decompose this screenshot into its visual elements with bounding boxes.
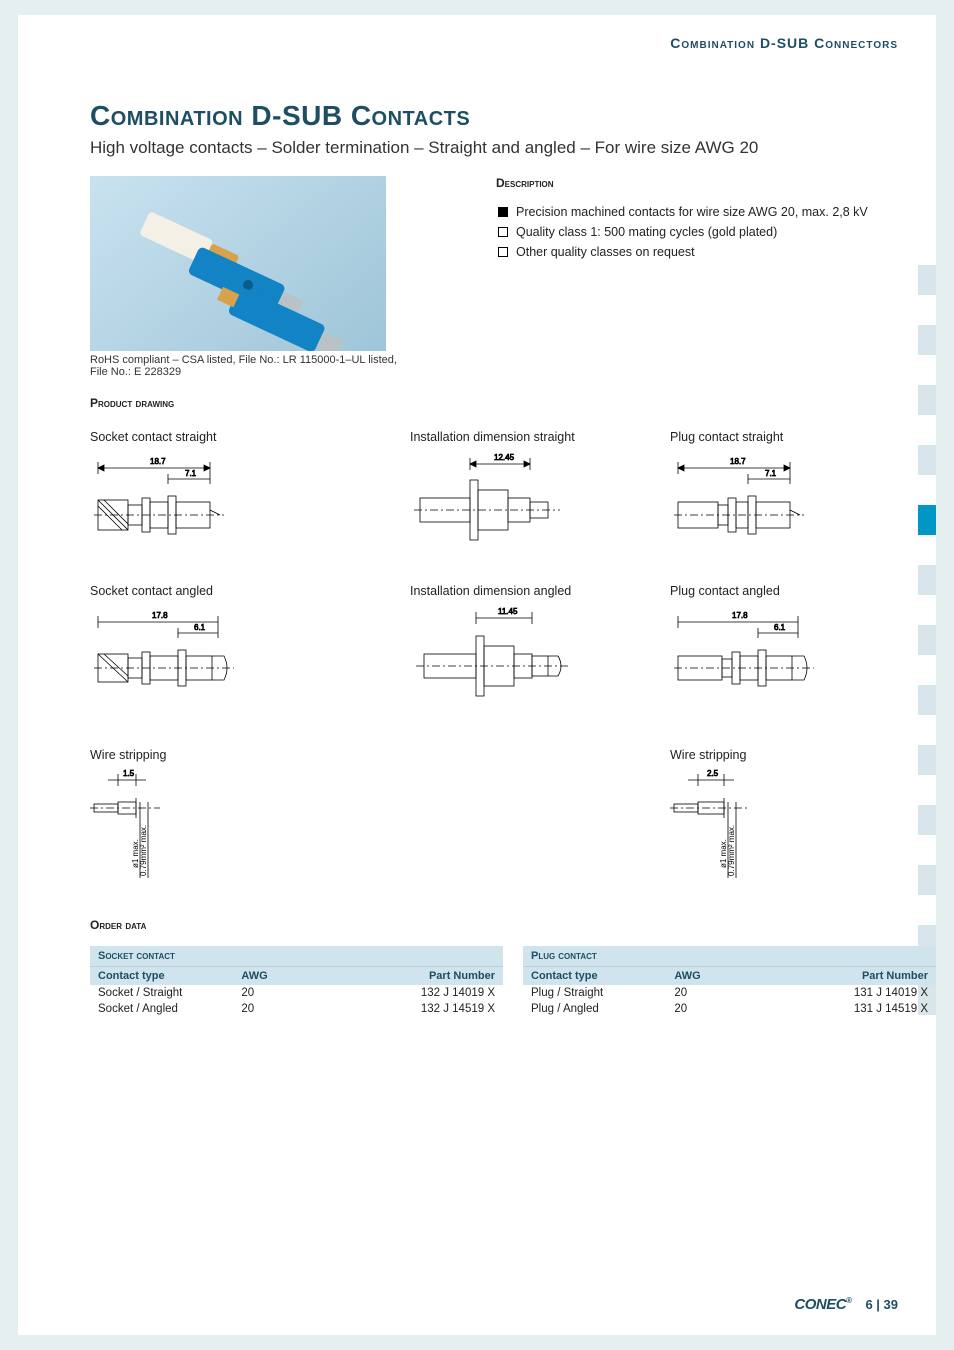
page-subtitle: High voltage contacts – Solder terminati…	[90, 138, 936, 158]
drawing-socket-angled: Socket contact angled 17.8 6.1	[90, 584, 410, 724]
col-header: Contact type	[98, 970, 241, 982]
cell: 20	[241, 987, 351, 999]
svg-text:1.5: 1.5	[123, 769, 135, 778]
col-header: Contact type	[531, 970, 674, 982]
socket-table: Socket contact Contact type AWG Part Num…	[90, 946, 503, 1017]
drawing-plug-straight: Plug contact straight 18.7 7.1	[670, 430, 936, 560]
svg-text:17.8: 17.8	[152, 611, 168, 620]
product-drawing-heading: Product drawing	[90, 396, 936, 410]
description-heading: Description	[496, 176, 936, 190]
svg-text:11.45: 11.45	[498, 607, 518, 616]
col-header: Part Number	[352, 970, 495, 982]
cell: Plug / Straight	[531, 987, 674, 999]
cell: 132 J 14019 X	[352, 987, 495, 999]
cell: Plug / Angled	[531, 1003, 674, 1015]
table-row: Socket / Straight 20 132 J 14019 X	[90, 985, 503, 1001]
order-data-heading: Order data	[90, 918, 936, 932]
drawing-label: Socket contact straight	[90, 430, 410, 444]
col-header: AWG	[674, 970, 784, 982]
description-item: Other quality classes on request	[496, 242, 936, 262]
page-title: Combination D-SUB Contacts	[90, 100, 936, 132]
product-photo	[90, 176, 386, 351]
page: Combination D-SUB Connectors Combination…	[18, 15, 936, 1335]
table-header-row: Contact type AWG Part Number	[90, 966, 503, 985]
cell: 132 J 14519 X	[352, 1003, 495, 1015]
description-block: Description Precision machined contacts …	[400, 176, 936, 378]
svg-text:18.7: 18.7	[730, 457, 746, 466]
table-row: Socket / Angled 20 132 J 14519 X	[90, 1001, 503, 1017]
brand-logo: CONEC®	[794, 1296, 851, 1313]
drawing-wire-stripping-left: Wire stripping 1.5	[90, 748, 410, 888]
svg-text:0.79mm² max.: 0.79mm² max.	[139, 825, 148, 876]
svg-text:7.1: 7.1	[765, 469, 777, 478]
drawing-label: Wire stripping	[670, 748, 936, 762]
drawing-label: Installation dimension angled	[410, 584, 670, 598]
header-category: Combination D-SUB Connectors	[670, 35, 898, 51]
intro-row: RoHS compliant – CSA listed, File No.: L…	[90, 176, 936, 378]
table-title: Plug contact	[523, 946, 936, 966]
cell: 20	[674, 987, 784, 999]
svg-text:6.1: 6.1	[774, 623, 786, 632]
page-footer: CONEC® 6 | 39	[794, 1296, 898, 1313]
svg-text:18.7: 18.7	[150, 457, 166, 466]
photo-block: RoHS compliant – CSA listed, File No.: L…	[90, 176, 400, 378]
svg-text:7.1: 7.1	[185, 469, 197, 478]
drawing-label: Plug contact angled	[670, 584, 936, 598]
drawing-label: Socket contact angled	[90, 584, 410, 598]
order-tables: Socket contact Contact type AWG Part Num…	[90, 946, 936, 1017]
drawing-label: Plug contact straight	[670, 430, 936, 444]
drawing-socket-straight: Socket contact straight 18.7 7.1	[90, 430, 410, 560]
table-header-row: Contact type AWG Part Number	[523, 966, 936, 985]
page-number: 6 | 39	[865, 1297, 898, 1312]
order-data-section: Order data Socket contact Contact type A…	[90, 918, 936, 1017]
svg-text:0.79mm² max.: 0.79mm² max.	[727, 825, 736, 876]
drawing-plug-angled: Plug contact angled 17.8 6.1	[670, 584, 936, 724]
drawing-label: Installation dimension straight	[410, 430, 670, 444]
table-row: Plug / Straight 20 131 J 14019 X	[523, 985, 936, 1001]
cell: 131 J 14519 X	[785, 1003, 928, 1015]
col-header: AWG	[241, 970, 351, 982]
table-title: Socket contact	[90, 946, 503, 966]
svg-text:17.8: 17.8	[732, 611, 748, 620]
drawing-install-angled: Installation dimension angled 11.45	[410, 584, 670, 724]
product-drawing-section: Product drawing Socket contact straight …	[90, 396, 936, 888]
photo-caption: RoHS compliant – CSA listed, File No.: L…	[90, 354, 400, 378]
description-item: Precision machined contacts for wire siz…	[496, 202, 936, 222]
drawings-grid: Socket contact straight 18.7 7.1	[90, 430, 936, 888]
table-row: Plug / Angled 20 131 J 14519 X	[523, 1001, 936, 1017]
plug-table: Plug contact Contact type AWG Part Numbe…	[523, 946, 936, 1017]
cell: Socket / Angled	[98, 1003, 241, 1015]
description-list: Precision machined contacts for wire siz…	[496, 202, 936, 262]
cell: 20	[241, 1003, 351, 1015]
drawing-wire-stripping-right: Wire stripping 2.5	[670, 748, 936, 888]
svg-text:2.5: 2.5	[707, 769, 719, 778]
cell: 20	[674, 1003, 784, 1015]
content-area: Combination D-SUB Contacts High voltage …	[90, 100, 936, 1017]
svg-text:12.45: 12.45	[494, 453, 515, 462]
drawing-label: Wire stripping	[90, 748, 410, 762]
col-header: Part Number	[785, 970, 928, 982]
cell: Socket / Straight	[98, 987, 241, 999]
cell: 131 J 14019 X	[785, 987, 928, 999]
description-item: Quality class 1: 500 mating cycles (gold…	[496, 222, 936, 242]
drawing-install-straight: Installation dimension straight 12.45	[410, 430, 670, 560]
svg-text:6.1: 6.1	[194, 623, 206, 632]
